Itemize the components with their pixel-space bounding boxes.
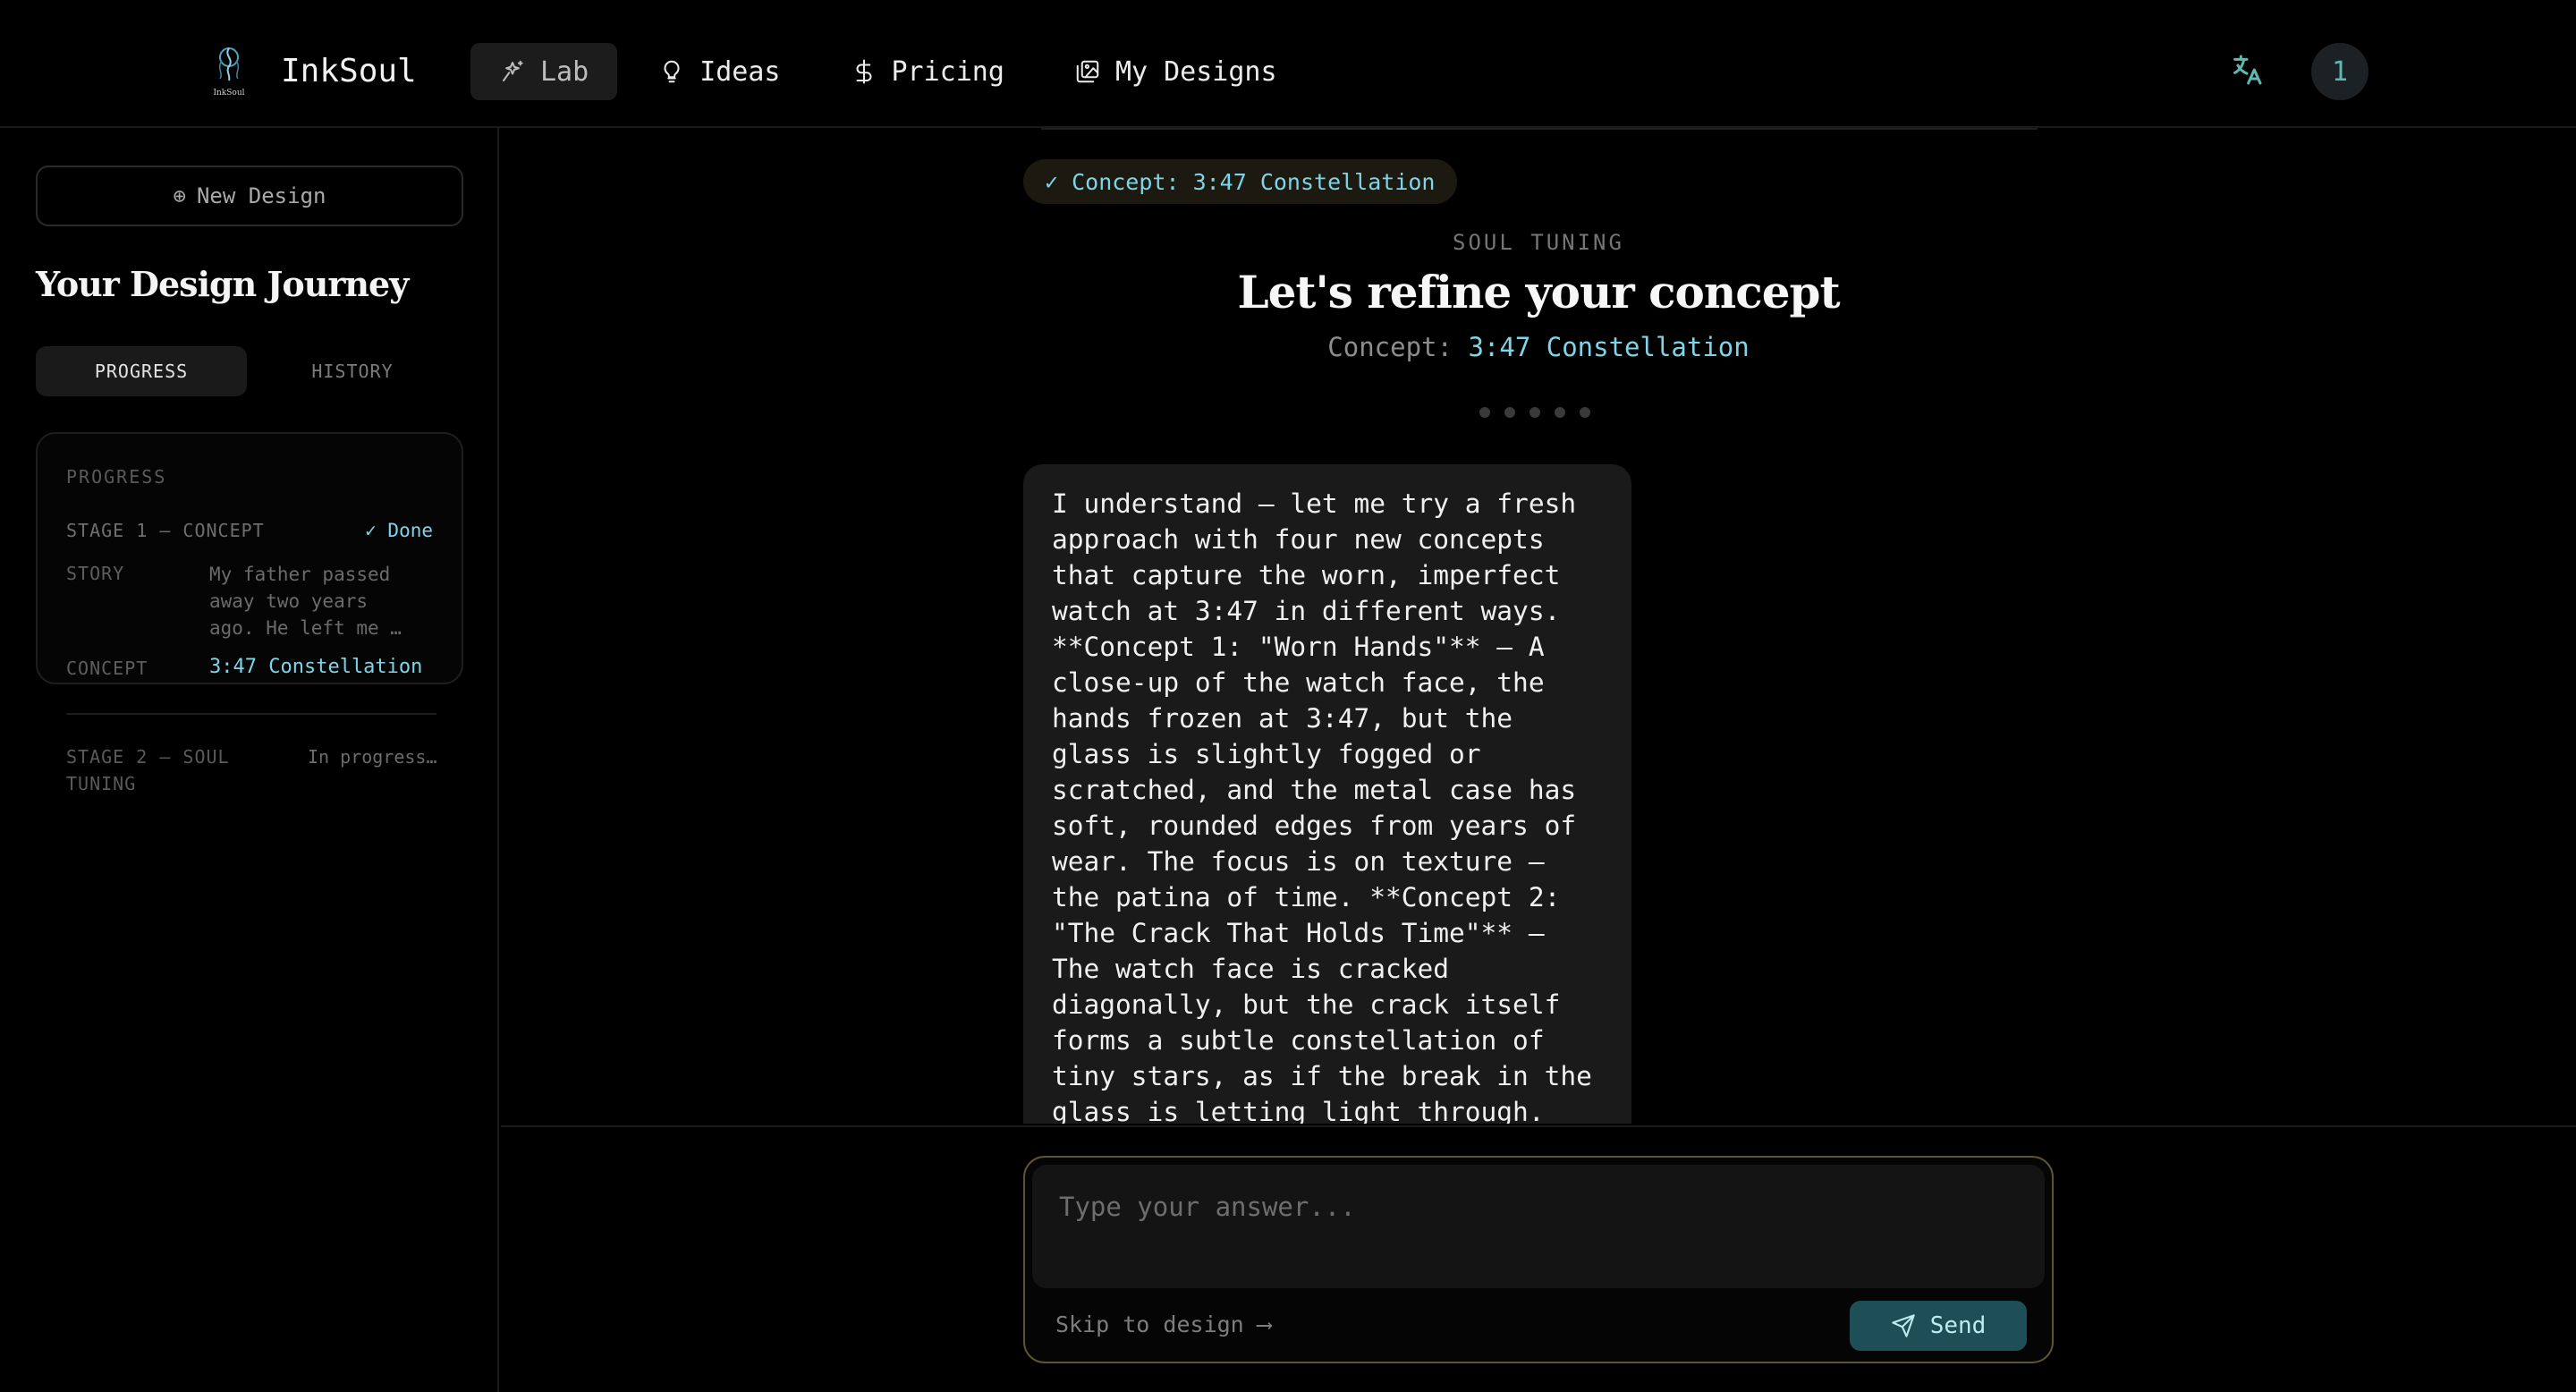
composer: Skip to design ⟶ Send	[1023, 1156, 2054, 1363]
typing-indicator	[1479, 407, 1605, 418]
skip-to-design-link[interactable]: Skip to design ⟶	[1055, 1311, 1271, 1337]
section-eyebrow: SOUL TUNING	[1453, 230, 1624, 255]
send-label: Send	[1929, 1312, 1987, 1339]
dollar-icon	[856, 59, 871, 84]
translate-icon[interactable]	[2229, 52, 2265, 88]
indicator-dot	[1580, 407, 1590, 418]
concept-value: 3:47 Constellation	[209, 656, 423, 678]
send-icon	[1891, 1314, 1915, 1337]
stage2-status: In progress…	[308, 746, 437, 768]
nav-ideas-label: Ideas	[699, 55, 781, 88]
nav-ideas[interactable]: Ideas	[630, 43, 809, 100]
concept-label: CONCEPT	[66, 658, 148, 679]
stage1-label: STAGE 1 — CONCEPT	[66, 520, 265, 541]
user-avatar[interactable]: 1	[2311, 43, 2368, 100]
sidebar-title: Your Design Journey	[36, 264, 409, 304]
nav-my-designs[interactable]: My Designs	[1046, 43, 1306, 100]
nav-pricing-label: Pricing	[891, 55, 1004, 88]
send-button[interactable]: Send	[1850, 1301, 2027, 1351]
brand-name: InkSoul	[281, 52, 417, 89]
assistant-message: I understand — let me try a fresh approa…	[1023, 464, 1631, 1124]
inksoul-logo: InkSoul	[213, 47, 245, 98]
sidebar: ⊕ New Design Your Design Journey PROGRES…	[0, 128, 499, 1392]
brand[interactable]: InkSoul InkSoul	[204, 39, 417, 102]
answer-input[interactable]	[1032, 1165, 2045, 1288]
nav-lab[interactable]: Lab	[470, 43, 618, 100]
concept-chip: ✓ Concept: 3:47 Constellation	[1023, 159, 1457, 204]
indicator-dot	[1530, 407, 1540, 418]
nav-pricing[interactable]: Pricing	[822, 43, 1033, 100]
story-label: STORY	[66, 563, 125, 584]
gallery-icon	[1076, 60, 1099, 83]
progress-card: PROGRESS STAGE 1 — CONCEPT ✓ Done STORY …	[36, 432, 463, 794]
new-design-label: New Design	[196, 183, 326, 208]
page-title: Let's refine your concept	[1237, 266, 1840, 318]
nav-lab-label: Lab	[540, 55, 589, 88]
top-navbar: InkSoul InkSoul Lab Ideas Pricing My Des…	[0, 0, 2576, 128]
composer-area: Skip to design ⟶ Send	[501, 1125, 2576, 1392]
concept-subtitle-value: 3:47 Constellation	[1468, 332, 1750, 362]
sparkles-icon	[503, 60, 523, 81]
stage2-label: STAGE 2 — SOUL TUNING	[66, 746, 230, 794]
tab-progress[interactable]: PROGRESS	[36, 346, 247, 396]
concept-subtitle-prefix: Concept:	[1327, 332, 1453, 362]
story-value: My father passed away two years ago. He …	[209, 564, 402, 639]
indicator-dot	[1504, 407, 1515, 418]
divider	[1041, 128, 2038, 130]
lightbulb-icon	[664, 60, 680, 83]
chat-main: ✓ Concept: 3:47 Constellation SOUL TUNIN…	[501, 128, 2576, 1124]
indicator-dot	[1479, 407, 1490, 418]
main-nav: Lab Ideas Pricing My Designs	[470, 43, 1318, 100]
stage1-status: ✓ Done	[365, 520, 433, 541]
progress-heading: PROGRESS	[66, 466, 167, 488]
concept-subtitle: Concept: 3:47 Constellation	[501, 332, 2576, 362]
nav-my-designs-label: My Designs	[1114, 55, 1277, 88]
plus-circle-icon: ⊕	[173, 183, 186, 208]
new-design-button[interactable]: ⊕ New Design	[36, 166, 463, 226]
sidebar-tabs: PROGRESS HISTORY	[36, 346, 463, 396]
svg-text:InkSoul: InkSoul	[213, 89, 244, 98]
tab-history[interactable]: HISTORY	[247, 346, 458, 396]
progress-divider	[66, 713, 436, 715]
indicator-dot	[1555, 407, 1565, 418]
